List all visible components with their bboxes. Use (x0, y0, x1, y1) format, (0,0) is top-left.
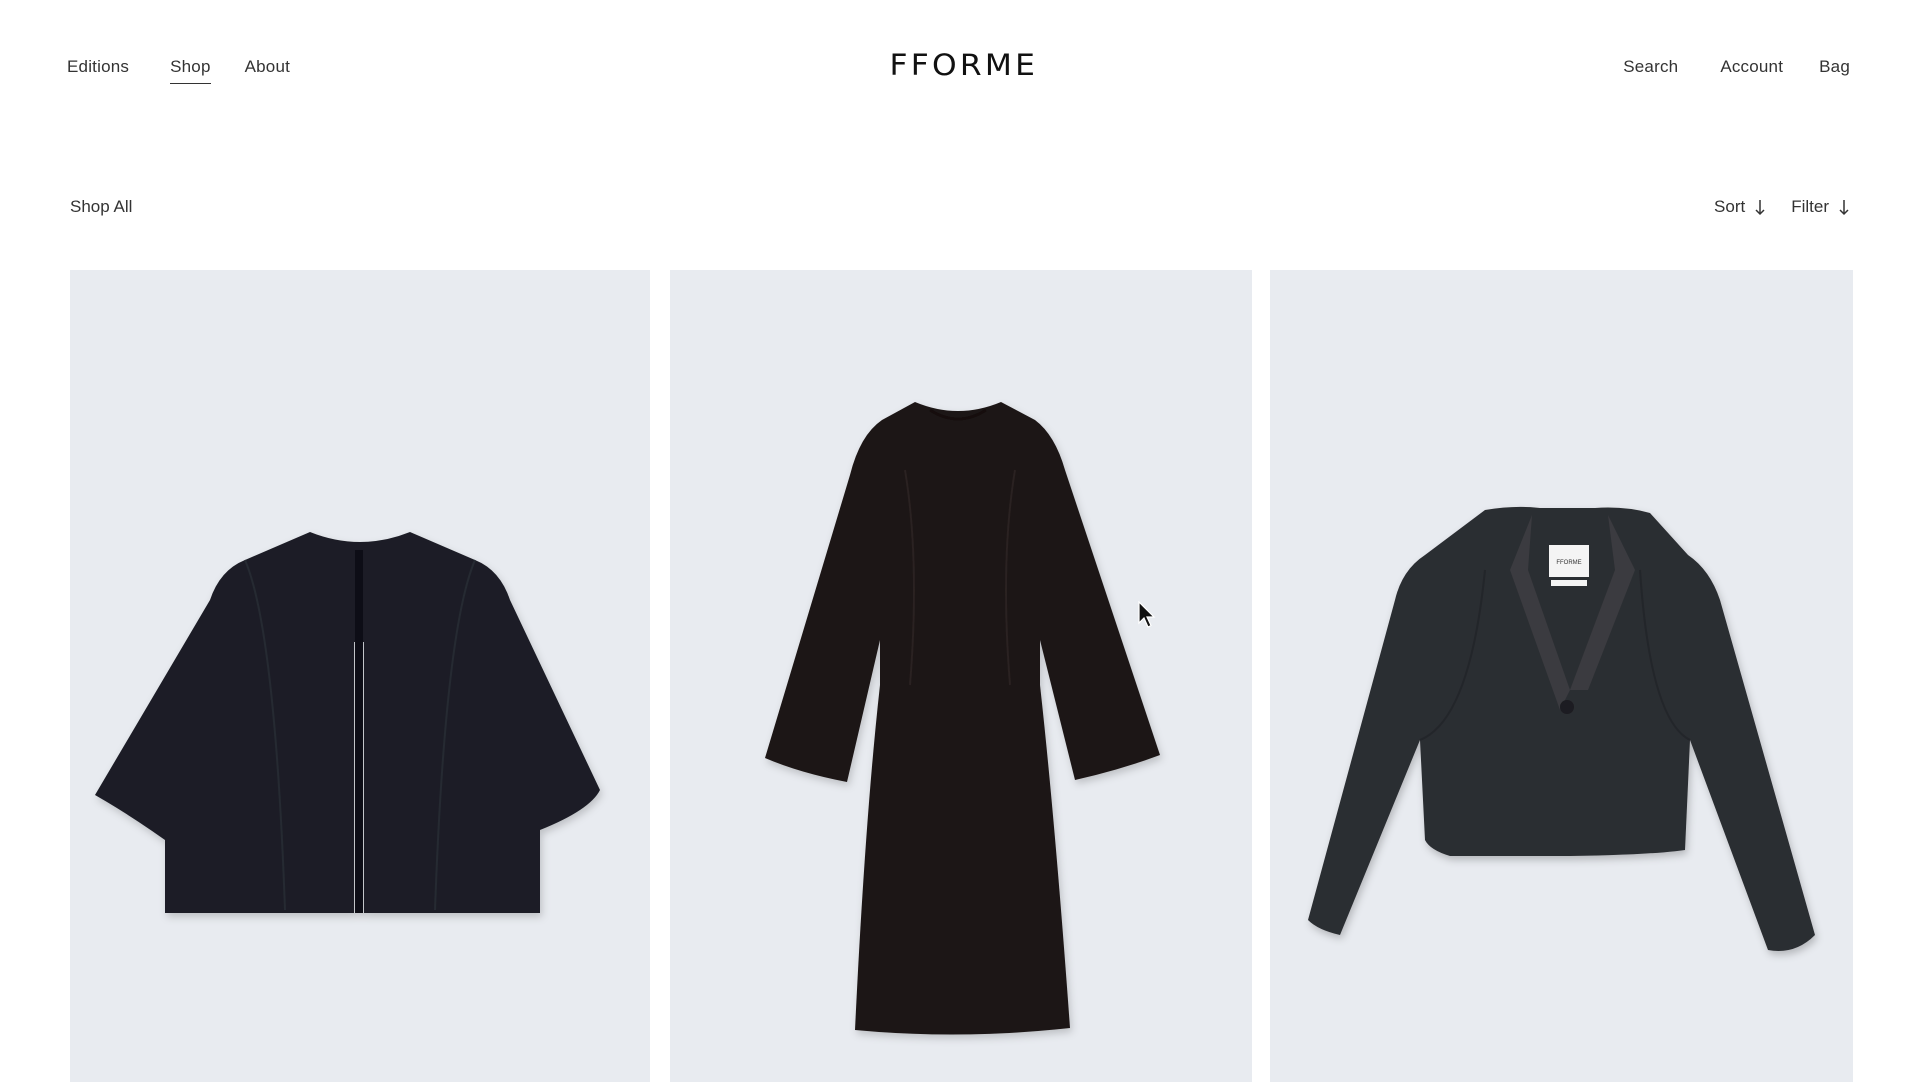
brand-logo-text: FFORME (889, 48, 1038, 82)
arrow-down-icon (1839, 200, 1849, 216)
product-card[interactable] (70, 270, 650, 1082)
product-grid: FFORME (70, 270, 1861, 1082)
nav-link-account[interactable]: Account (1720, 56, 1783, 78)
utility-nav: Search Account Bag (1623, 56, 1850, 78)
filter-button[interactable]: Filter (1791, 197, 1851, 217)
nav-link-bag[interactable]: Bag (1819, 56, 1850, 78)
product-card[interactable]: FFORME (1270, 270, 1853, 1082)
product-image-leather-blazer: FFORME (1308, 506, 1815, 951)
svg-text:FFORME: FFORME (1556, 560, 1581, 566)
product-image-maxi-dress (765, 402, 1160, 1035)
filter-label: Filter (1791, 197, 1829, 216)
collection-title: Shop All (70, 197, 133, 216)
collection-toolbar: Shop All Sort Filter (70, 197, 1851, 221)
site-header: Editions Shop About FFORME Search Accoun… (0, 0, 1920, 135)
sort-button[interactable]: Sort (1714, 197, 1767, 217)
nav-link-search[interactable]: Search (1623, 56, 1678, 78)
product-card[interactable] (670, 270, 1252, 1082)
sort-label: Sort (1714, 197, 1746, 216)
arrow-down-icon (1755, 200, 1765, 216)
toolbar-controls: Sort Filter (1714, 197, 1851, 217)
product-image-cape-jacket (95, 532, 600, 913)
